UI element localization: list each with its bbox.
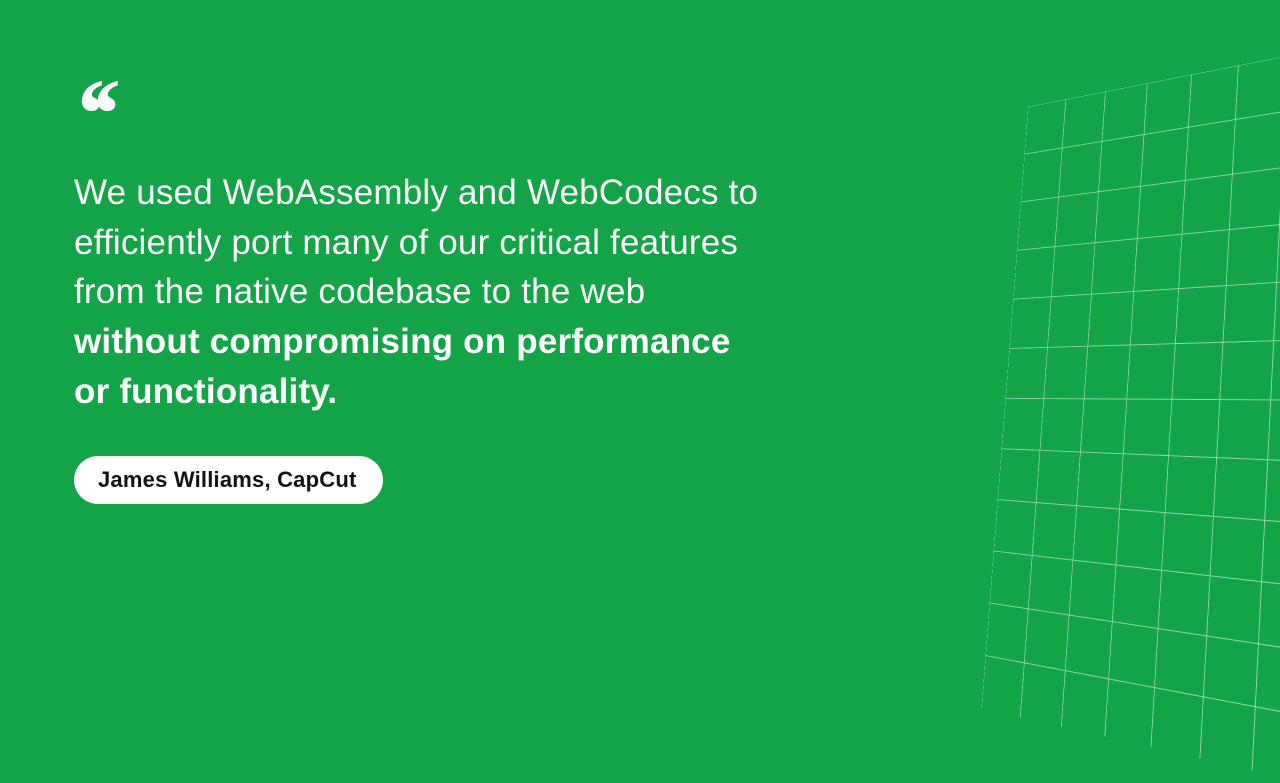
attribution-pill: James Williams, CapCut <box>74 456 383 504</box>
quote-text: We used WebAssembly and WebCodecs to eff… <box>74 168 774 416</box>
quote-text-emphasis: without compromising on performance or f… <box>74 322 730 411</box>
decorative-grid <box>983 54 1280 751</box>
quote-text-normal: We used WebAssembly and WebCodecs to eff… <box>74 173 758 311</box>
quote-block: ‘‘ We used WebAssembly and WebCodecs to … <box>74 84 774 504</box>
attribution-text: James Williams, CapCut <box>98 467 357 492</box>
open-quote-icon: ‘‘ <box>74 84 774 144</box>
